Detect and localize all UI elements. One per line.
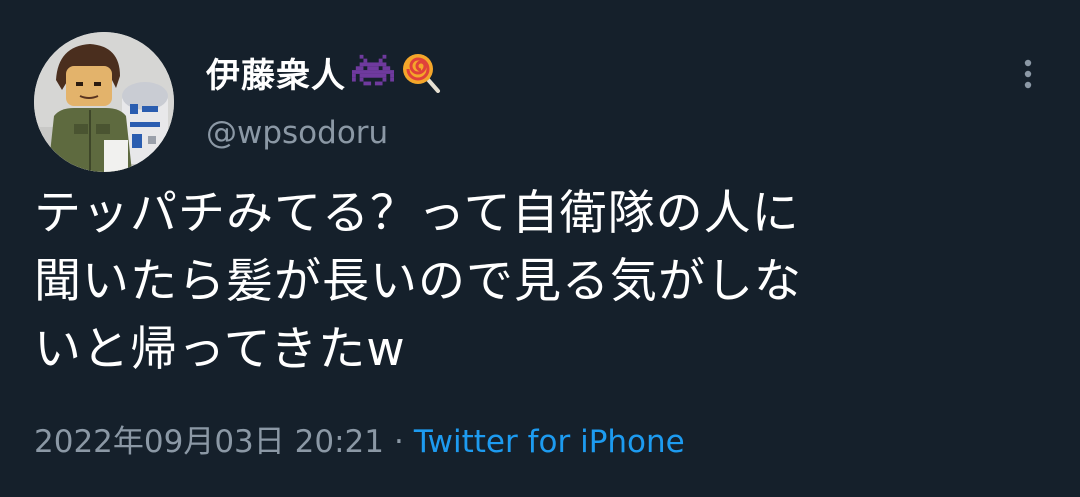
- more-vertical-icon: [1024, 59, 1032, 89]
- space-invader-icon: [352, 51, 394, 93]
- timestamp[interactable]: 2022年09月03日 20:21: [34, 420, 384, 464]
- display-name[interactable]: 伊藤衆人: [206, 48, 346, 97]
- display-name-row: 伊藤衆人: [206, 48, 442, 96]
- more-button[interactable]: [1008, 50, 1048, 98]
- tweet-text: テッパチみてる？って自衛隊の人に 聞いたら髪が長いので見る気がしな いと帰ってき…: [34, 186, 802, 377]
- avatar[interactable]: [34, 32, 174, 172]
- tweet-meta: 2022年09月03日 20:21 · Twitter for iPhone: [34, 420, 685, 464]
- tweet-card: 伊藤衆人 @wpsodoru テッパチみてる？って自衛隊の人に 聞いたら髪が長い…: [0, 0, 1080, 497]
- meta-separator: ·: [393, 424, 404, 460]
- lego-figure-avatar-icon: [34, 32, 174, 172]
- source-link[interactable]: Twitter for iPhone: [414, 420, 685, 464]
- user-handle[interactable]: @wpsodoru: [206, 115, 388, 151]
- lollipop-icon: [400, 51, 442, 93]
